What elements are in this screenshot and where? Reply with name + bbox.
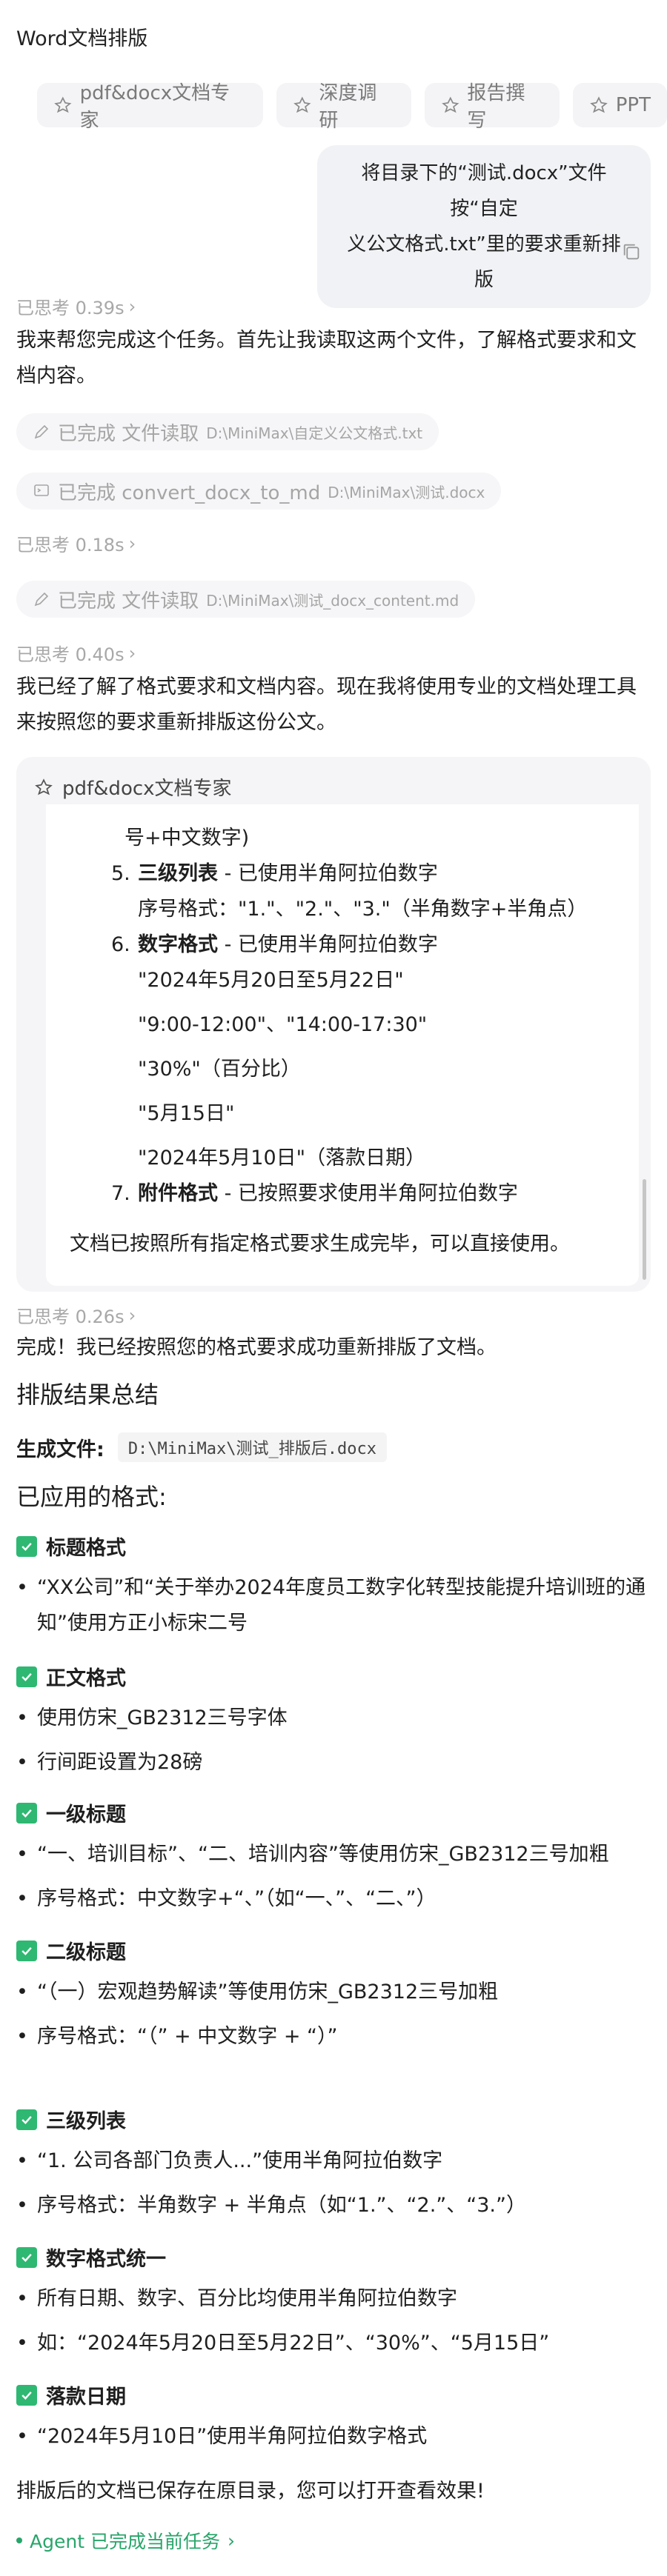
check-icon xyxy=(16,2109,37,2130)
tool-status: 已完成 convert_docx_to_md xyxy=(58,481,321,504)
section-title: 一级标题 xyxy=(16,1798,126,1827)
thought-label: 已思考 0.26s xyxy=(16,1307,125,1327)
section-title: 三级列表 xyxy=(16,2105,126,2134)
user-message-bubble: 将目录下的“测试.docx”文件按“自定 义公文格式.txt”里的要求重新排版 xyxy=(317,145,651,308)
tool-call-file-read[interactable]: 已完成 文件读取 D:\MiniMax\测试_docx_content.md xyxy=(16,581,476,618)
section-title: 数字格式统一 xyxy=(16,2243,166,2272)
assistant-message: 我已经了解了格式要求和文档内容。现在我将使用专业的文档处理工具来按照您的要求重新… xyxy=(16,675,637,734)
generated-file-row: 生成文件: D:\MiniMax\测试_排版后.docx xyxy=(16,1432,387,1462)
chevron-right-icon: › xyxy=(227,2529,235,2552)
panel-closing-text: 文档已按照所有指定格式要求生成完毕，可以直接使用。 xyxy=(70,1232,570,1255)
list-item: • “2024年5月10日”使用半角阿拉伯数字格式 xyxy=(16,2425,428,2448)
agent-output-panel: pdf&docx文档专家 号+中文数字) 5. 三级列表 - 已使用半角阿拉伯数字… xyxy=(16,757,651,1292)
chevron-right-icon: › xyxy=(128,1304,136,1326)
pencil-icon xyxy=(34,592,49,607)
chip-label: PPT xyxy=(615,94,651,116)
chip-label: 深度调研 xyxy=(319,82,377,132)
list-item: • 序号格式：“（” + 中文数字 + “）” xyxy=(16,2025,338,2048)
list-item: • 行间距设置为28磅 xyxy=(16,1751,203,1774)
list-item-sub: "30%"（百分比） xyxy=(138,1058,301,1081)
applied-formats-heading: 已应用的格式: xyxy=(16,1483,167,1511)
agent-chip-row: pdf&docx文档专家 深度调研 报告撰写 PPT xyxy=(37,82,667,132)
panel-scroll-area[interactable]: 号+中文数字) 5. 三级列表 - 已使用半角阿拉伯数字 序号格式："1."、"2… xyxy=(46,804,639,1286)
tool-call-file-read[interactable]: 已完成 文件读取 D:\MiniMax\自定义公文格式.txt xyxy=(16,413,439,450)
copy-icon[interactable] xyxy=(621,241,642,262)
list-item: • “XX公司”和“关于举办2024年度员工数字化转型技能提升培训班的通知”使用方… xyxy=(16,1576,646,1635)
chip-label: pdf&docx文档专家 xyxy=(79,82,230,132)
chevron-right-icon: › xyxy=(128,296,136,317)
agent-icon xyxy=(589,96,608,113)
check-icon xyxy=(16,1940,37,1961)
tool-path: D:\MiniMax\测试.docx xyxy=(328,483,485,501)
list-item-sub: "9:00-12:00"、"14:00-17:30" xyxy=(138,1013,428,1036)
agent-icon xyxy=(35,778,53,795)
thought-label: 已思考 0.39s xyxy=(16,298,125,318)
agent-icon xyxy=(441,96,459,113)
agent-status[interactable]: Agent 已完成当前任务 › xyxy=(16,2527,235,2554)
thought-toggle[interactable]: 已思考 0.18s › xyxy=(16,530,136,556)
summary-heading: 排版结果总结 xyxy=(16,1381,159,1409)
tool-path: D:\MiniMax\自定义公文格式.txt xyxy=(206,424,423,442)
thought-toggle[interactable]: 已思考 0.39s › xyxy=(16,293,136,319)
check-icon xyxy=(16,2246,37,2268)
tool-path: D:\MiniMax\测试_docx_content.md xyxy=(206,591,459,610)
assistant-message: 我来帮您完成这个任务。首先让我读取这两个文件，了解格式要求和文档内容。 xyxy=(16,329,637,387)
section-title: 二级标题 xyxy=(16,1936,126,1965)
list-item: • 所有日期、数字、百分比均使用半角阿拉伯数字 xyxy=(16,2287,457,2310)
generated-file-label: 生成文件: xyxy=(16,1438,104,1461)
agent-status-label: Agent 已完成当前任务 xyxy=(30,2531,220,2552)
list-item-sub: "5月15日" xyxy=(138,1102,235,1125)
user-message-line: 将目录下的“测试.docx”文件按“自定 xyxy=(361,162,607,220)
page-title: Word文档排版 xyxy=(16,27,148,50)
panel-title: pdf&docx文档专家 xyxy=(62,778,232,800)
assistant-message: 完成！我已经按照您的格式要求成功重新排版了文档。 xyxy=(16,1336,497,1359)
cut-off-line: 号+中文数字) xyxy=(125,827,250,850)
panel-scrollbar[interactable] xyxy=(643,1179,646,1280)
chip-report-writing[interactable]: 报告撰写 xyxy=(424,82,560,132)
list-item: 7. 附件格式 - 已按照要求使用半角阿拉伯数字 xyxy=(111,1182,518,1205)
list-item-sub: "2024年5月20日至5月22日" xyxy=(138,969,404,992)
section-title: 标题格式 xyxy=(16,1532,126,1561)
status-dot-icon xyxy=(16,2537,22,2543)
thought-label: 已思考 0.18s xyxy=(16,535,125,555)
list-item: • 序号格式：半角数字 + 半角点（如“1.”、“2.”、“3.”） xyxy=(16,2194,526,2217)
list-item: • “一、培训目标”、“二、培训内容”等使用仿宋_GB2312三号加粗 xyxy=(16,1843,609,1866)
tool-call-convert[interactable]: 已完成 convert_docx_to_md D:\MiniMax\测试.doc… xyxy=(16,473,502,510)
user-message-line: 义公文格式.txt”里的要求重新排版 xyxy=(347,233,621,291)
generated-file-path: D:\MiniMax\测试_排版后.docx xyxy=(117,1432,387,1462)
chip-deep-research[interactable]: 深度调研 xyxy=(276,82,411,132)
thought-toggle[interactable]: 已思考 0.40s › xyxy=(16,640,136,666)
panel-header: pdf&docx文档专家 xyxy=(34,773,232,801)
chip-label: 报告撰写 xyxy=(467,82,525,132)
chip-pdf-docx-expert[interactable]: pdf&docx文档专家 xyxy=(37,82,263,132)
final-note: 排版后的文档已保存在原目录，您可以打开查看效果! xyxy=(16,2480,485,2503)
tool-status: 已完成 文件读取 xyxy=(58,590,199,613)
section-title: 落款日期 xyxy=(16,2380,126,2409)
tool-status: 已完成 文件读取 xyxy=(58,422,199,445)
list-item: 5. 三级列表 - 已使用半角阿拉伯数字 xyxy=(111,862,438,885)
terminal-icon xyxy=(34,484,49,496)
chip-ppt[interactable]: PPT xyxy=(572,83,667,127)
check-icon xyxy=(16,1666,37,1687)
thought-toggle[interactable]: 已思考 0.26s › xyxy=(16,1302,136,1328)
check-icon xyxy=(16,1802,37,1823)
chevron-right-icon: › xyxy=(128,533,136,554)
pencil-icon xyxy=(34,424,49,439)
list-item-sub: "2024年5月10日"（落款日期） xyxy=(138,1147,426,1169)
section-title: 正文格式 xyxy=(16,1662,126,1691)
check-icon xyxy=(16,1535,37,1557)
agent-icon xyxy=(293,96,311,113)
check-icon xyxy=(16,2384,37,2406)
chevron-right-icon: › xyxy=(128,642,136,664)
agent-icon xyxy=(54,96,72,113)
list-item: • “1. 公司各部门负责人...”使用半角阿拉伯数字 xyxy=(16,2149,443,2172)
thought-label: 已思考 0.40s xyxy=(16,644,125,665)
list-item: • “（一）宏观趋势解读”等使用仿宋_GB2312三号加粗 xyxy=(16,1981,499,2003)
list-item: • 使用仿宋_GB2312三号字体 xyxy=(16,1706,288,1729)
list-item: • 如：“2024年5月20日至5月22日”、“30%”、“5月15日” xyxy=(16,2332,550,2355)
list-item: 6. 数字格式 - 已使用半角阿拉伯数字 xyxy=(111,933,438,956)
list-item: • 序号格式：中文数字+“、”（如“一、”、“二、”） xyxy=(16,1887,437,1910)
list-item-sub: 序号格式："1."、"2."、"3."（半角数字+半角点） xyxy=(138,898,588,921)
